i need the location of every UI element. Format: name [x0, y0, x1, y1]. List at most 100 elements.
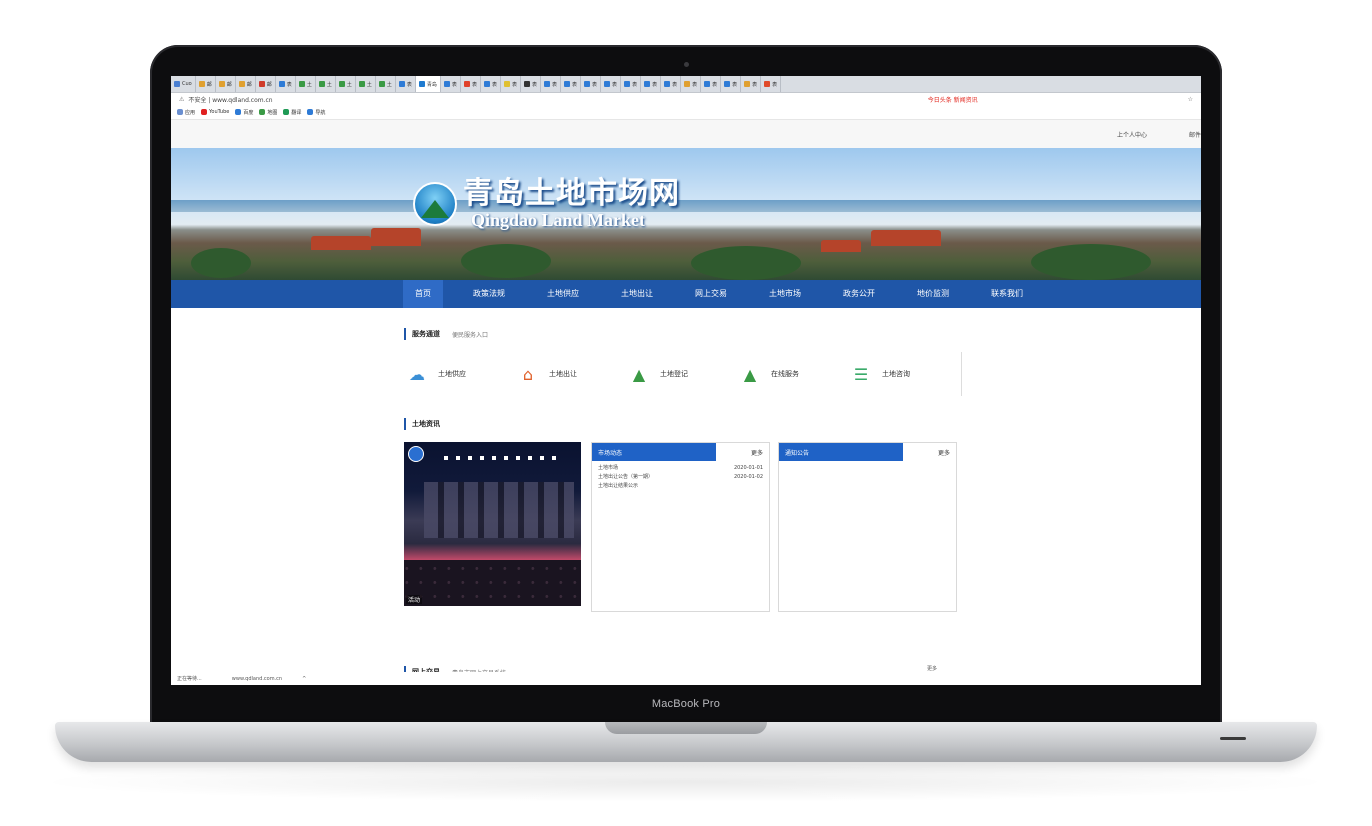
tab-favicon-icon: [378, 81, 385, 87]
browser-tab[interactable]: 邮: [236, 76, 256, 92]
tab-favicon-icon: [523, 81, 530, 87]
service-item[interactable]: ▲ 土地登记: [628, 365, 739, 384]
nav-item[interactable]: 联系我们: [979, 280, 1035, 308]
nav-item[interactable]: 首页: [403, 280, 443, 308]
tab-label: 表: [406, 81, 412, 88]
status-chevron-icon[interactable]: ^: [302, 676, 306, 682]
bookmark-label: 应用: [185, 109, 196, 116]
browser-tab[interactable]: 表: [641, 76, 662, 92]
tab-favicon-icon: [418, 81, 425, 87]
laptop-led: [1220, 737, 1246, 740]
panel-more-link[interactable]: 更多: [751, 448, 763, 457]
section-accent: [404, 418, 406, 430]
address-url[interactable]: 不安全 | www.qdland.com.cn: [188, 95, 927, 104]
section-heading: 服务通道: [412, 330, 440, 338]
panel-title: 通知公告: [785, 449, 810, 457]
tab-label: 土: [366, 81, 372, 88]
bookmark-item[interactable]: YouTube: [201, 109, 229, 115]
nav-item[interactable]: 土地市场: [757, 280, 813, 308]
tab-label: 青岛: [426, 81, 437, 88]
panel-more-link[interactable]: 更多: [938, 448, 950, 457]
browser-tab[interactable]: 表: [541, 76, 562, 92]
panel-list: 土地市场 2020-01-01 土地出让公告（第一期） 2020-01-02 土地出让结…: [592, 461, 769, 494]
bookmark-item[interactable]: 应用: [177, 109, 195, 116]
browser-tab[interactable]: 表: [681, 76, 702, 92]
web-page: 上个人中心 邮件 青岛土地市场网 Qingdao Land Market 首页: [171, 120, 1201, 685]
browser-tab[interactable]: 表: [661, 76, 682, 92]
bookmark-label: 地图: [267, 109, 278, 116]
tab-label: 表: [692, 81, 698, 88]
browser-tab[interactable]: 表: [396, 76, 416, 92]
service-item[interactable]: ☁ 土地供应: [406, 365, 517, 384]
browser-tab[interactable]: 邮: [216, 76, 236, 92]
banner-roof: [371, 228, 421, 246]
browser-tab[interactable]: 土: [356, 76, 376, 92]
browser-tab[interactable]: 表: [461, 76, 481, 92]
mail-link[interactable]: 邮件: [1189, 130, 1201, 139]
banner-tree: [691, 246, 801, 280]
service-item[interactable]: ▲ 在线服务: [739, 365, 850, 384]
browser-tab[interactable]: 邮: [196, 76, 216, 92]
tab-label: 表: [732, 81, 738, 88]
browser-tab[interactable]: 土: [376, 76, 396, 92]
nav-item[interactable]: 土地供应: [535, 280, 591, 308]
address-bar[interactable]: ⚠ 不安全 | www.qdland.com.cn 今日头条 新闻资讯 ☆: [171, 93, 1201, 105]
list-item[interactable]: 土地市场 2020-01-01: [598, 464, 763, 473]
browser-tab[interactable]: 表: [741, 76, 762, 92]
browser-tab[interactable]: 表: [701, 76, 722, 92]
browser-tab[interactable]: 邮: [256, 76, 276, 92]
trading-more-link[interactable]: 更多: [927, 665, 937, 672]
tab-favicon-icon: [544, 81, 550, 87]
browser-tab[interactable]: 青岛: [415, 76, 441, 92]
site-logo[interactable]: 青岛土地市场网 Qingdao Land Market: [413, 178, 680, 230]
browser-tab[interactable]: 表: [601, 76, 622, 92]
tab-label: 表: [632, 81, 638, 88]
list-item-date: 2020-01-02: [733, 474, 763, 480]
bookmark-star-icon[interactable]: ☆: [1188, 96, 1193, 103]
browser-tab[interactable]: 土: [296, 76, 316, 92]
list-item[interactable]: 土地出让公告（第一期） 2020-01-02: [598, 473, 763, 482]
bookmark-favicon-icon: [307, 109, 314, 115]
tab-favicon-icon: [744, 81, 751, 87]
banner-tree: [1031, 244, 1151, 280]
bookmark-item[interactable]: 百度: [235, 109, 253, 116]
banner-roof: [871, 230, 941, 246]
browser-tab[interactable]: 表: [501, 76, 521, 92]
banner-sea: [171, 200, 1201, 212]
nav-item[interactable]: 土地出让: [609, 280, 665, 308]
news-photo[interactable]: 活动: [404, 442, 581, 606]
service-item[interactable]: ☰ 土地咨询: [850, 365, 961, 384]
extension-text[interactable]: 今日头条 新闻资讯: [928, 95, 978, 104]
browser-tab[interactable]: 表: [441, 76, 461, 92]
tab-favicon-icon: [298, 81, 305, 87]
browser-tab[interactable]: 表: [621, 76, 642, 92]
service-label: 在线服务: [771, 370, 799, 378]
service-item[interactable]: ⌂ 土地出让: [517, 365, 628, 384]
browser-tab[interactable]: 表: [561, 76, 582, 92]
nav-item[interactable]: 政策法规: [461, 280, 517, 308]
tab-label: 表: [491, 81, 497, 88]
nav-item[interactable]: 网上交易: [683, 280, 739, 308]
list-item[interactable]: 土地出让结果公示: [598, 482, 763, 491]
nav-item[interactable]: 政务公开: [831, 280, 887, 308]
bookmark-item[interactable]: 导航: [307, 109, 325, 116]
list-item-date: 2020-01-01: [733, 465, 763, 471]
browser-tab[interactable]: 表: [581, 76, 602, 92]
nav-item[interactable]: 地价监测: [905, 280, 961, 308]
browser-tab[interactable]: 表: [761, 76, 782, 92]
service-label: 土地出让: [549, 370, 577, 378]
personal-center-link[interactable]: 上个人中心: [1117, 130, 1147, 139]
tab-favicon-icon: [584, 81, 591, 87]
browser-tab[interactable]: 土: [336, 76, 356, 92]
banner-tree: [461, 244, 551, 278]
browser-tab[interactable]: 表: [721, 76, 742, 92]
browser-tab[interactable]: Cuo: [171, 76, 196, 92]
device-brand: MacBook Pro: [651, 698, 721, 710]
tab-label: 表: [772, 81, 778, 88]
browser-tab[interactable]: 土: [316, 76, 336, 92]
browser-tab[interactable]: 表: [521, 76, 541, 92]
browser-tab[interactable]: 表: [276, 76, 296, 92]
browser-tab[interactable]: 表: [481, 76, 501, 92]
bookmark-item[interactable]: 地图: [259, 109, 277, 116]
bookmark-item[interactable]: 翻译: [283, 109, 301, 116]
